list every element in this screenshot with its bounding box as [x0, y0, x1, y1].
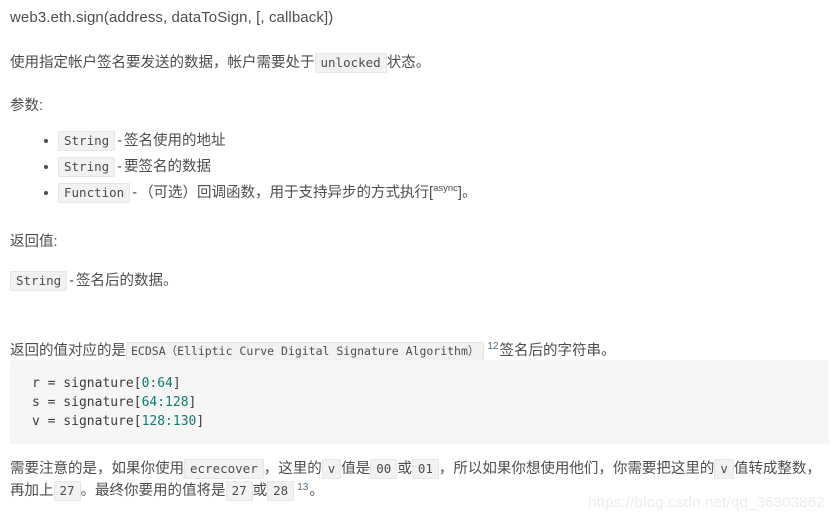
code-prefix: r = signature[ — [32, 376, 142, 391]
note-text-2: ，这里的 — [263, 461, 322, 477]
code-suffix: ] — [196, 414, 205, 429]
return-description: 签名后的数据。 — [76, 273, 178, 289]
ecdsa-text-before: 返回的值对应的是 — [10, 343, 126, 359]
param-type-chip: String — [58, 131, 116, 151]
note-text-3: 值是 — [341, 461, 371, 477]
return-type-chip: String — [10, 271, 68, 291]
param-type-chip: String — [58, 157, 116, 177]
inline-code-27-2: 27 — [225, 481, 253, 502]
param-dash: - — [117, 159, 122, 175]
description-paragraph: 使用指定帐户签名要发送的数据，帐户需要处于 unlocked 状态。 — [10, 52, 430, 74]
params-heading: 参数: — [10, 98, 44, 114]
params-list: String - 签名使用的地址 String - 要签名的数据 Function - （可… — [10, 128, 476, 206]
code-line-v: v = signature[128:130] — [32, 414, 204, 429]
code-block-content: r = signature[0:64] s = signature[64:128… — [32, 374, 829, 431]
code-suffix: ] — [172, 376, 181, 391]
code-line-r: r = signature[0:64] — [32, 376, 181, 391]
inline-code-28: 28 — [267, 481, 295, 502]
async-superscript: async — [433, 183, 458, 195]
note-text-7: 。最终你要用的值将是 — [80, 483, 226, 500]
code-line-s: s = signature[64:128] — [32, 395, 196, 410]
param-description: 签名使用的地址 — [124, 133, 226, 149]
note-text-5: ，所以如果你想使用他们，你需要把这里的 — [438, 461, 715, 477]
code-prefix: s = signature[ — [32, 395, 142, 410]
ecdsa-text-after: 签名后的字符串。 — [499, 343, 616, 359]
list-item: String - 要签名的数据 — [43, 154, 476, 180]
inline-code-27-1: 27 — [53, 481, 81, 502]
param-dash: - — [132, 185, 138, 201]
note-text-1: 需要注意的是，如果你使用 — [10, 461, 184, 477]
description-text-after: 状态。 — [386, 55, 431, 71]
list-item: Function - （可选）回调函数，用于支持异步的方式执行[async]。 — [43, 180, 477, 206]
function-signature: web3.eth.sign(address, dataToSign, [, ca… — [10, 9, 334, 26]
note-text-4: 或 — [397, 461, 412, 477]
code-suffix: ] — [188, 395, 197, 410]
description-text-before: 使用指定帐户签名要发送的数据，帐户需要处于 — [10, 55, 315, 71]
returns-heading: 返回值: — [10, 234, 58, 250]
code-number: 64:128 — [141, 395, 189, 410]
param-type-chip: Function — [58, 183, 131, 203]
list-item: String - 签名使用的地址 — [43, 128, 476, 154]
param-dash: - — [117, 133, 122, 149]
inline-code-00: 00 — [370, 459, 398, 479]
code-number: 0:64 — [141, 376, 173, 391]
inline-code-01: 01 — [411, 459, 439, 479]
footnote-link-13[interactable]: 13 — [294, 482, 309, 493]
inline-code-v-2: v — [714, 459, 734, 479]
inline-code-v-1: v — [321, 459, 342, 479]
code-number: 128:130 — [141, 414, 197, 429]
inline-code-unlocked: unlocked — [314, 53, 387, 73]
return-dash: - — [69, 273, 74, 289]
param-description-tail: ]。 — [457, 185, 477, 201]
footnote-link-12[interactable]: 12 — [484, 341, 499, 352]
param-description: 要签名的数据 — [124, 159, 211, 175]
watermark: https://blog.csdn.net/qq_36303862 — [588, 494, 825, 511]
code-prefix: v = signature[ — [32, 414, 142, 429]
inline-code-ecrecover: ecrecover — [184, 459, 264, 479]
inline-code-ecdsa: ECDSA（Elliptic Curve Digital Signature A… — [126, 342, 485, 361]
code-block: r = signature[0:64] s = signature[64:128… — [10, 360, 829, 444]
param-description: （可选）回调函数，用于支持异步的方式执行[ — [139, 185, 434, 201]
note-text-9: 。 — [309, 483, 324, 500]
document-page: web3.eth.sign(address, dataToSign, [, ca… — [0, 0, 839, 521]
note-text-8: 或 — [252, 483, 268, 500]
return-value-line: String - 签名后的数据。 — [10, 270, 178, 292]
